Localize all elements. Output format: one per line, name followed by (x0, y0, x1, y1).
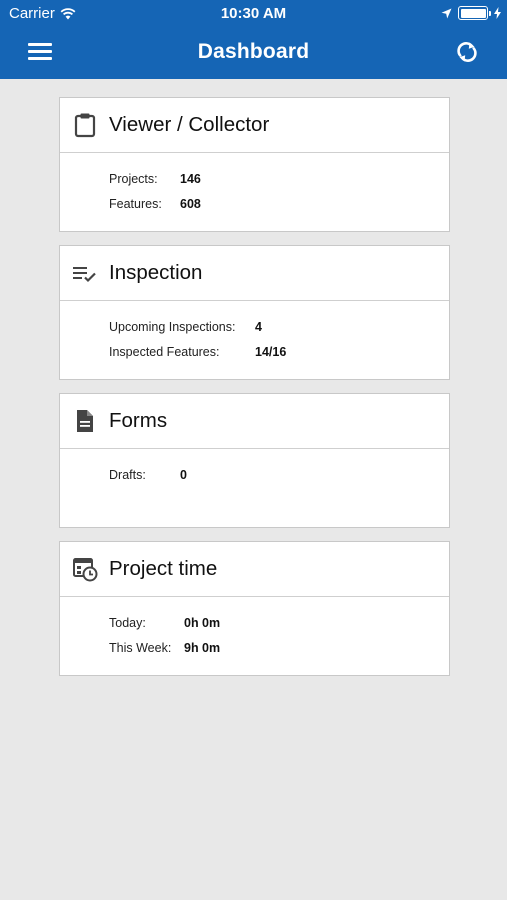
card-body: Projects: 146 Features: 608 (60, 153, 449, 221)
charging-bolt-icon (494, 7, 501, 19)
card-title: Inspection (109, 261, 203, 284)
page-title: Dashboard (197, 40, 310, 63)
stat-label: This Week: (109, 640, 172, 655)
stat-value: 146 (180, 172, 201, 186)
status-time: 10:30 AM (220, 5, 287, 22)
navigation-bar: Dashboard (0, 28, 507, 79)
app-header: Carrier 10:30 AM Dashboard (0, 0, 507, 79)
sync-button[interactable] (453, 38, 481, 66)
card-header: Forms (60, 394, 449, 449)
stat-label: Projects: (109, 172, 158, 186)
stat-value: 0h 0m (184, 616, 221, 630)
clipboard-icon (72, 112, 98, 138)
forms-card[interactable]: Forms Drafts: 0 (59, 393, 450, 528)
card-header: Viewer / Collector (60, 98, 449, 153)
inspection-card[interactable]: Inspection Upcoming Inspections: 4 Inspe… (59, 245, 450, 380)
stat-label: Features: (109, 196, 162, 211)
checklist-icon (72, 260, 98, 286)
card-title: Project time (109, 557, 218, 580)
stat-value: 9h 0m (184, 640, 221, 655)
status-right (441, 6, 501, 20)
card-header: Project time (60, 542, 449, 597)
card-body: Drafts: 0 (60, 449, 449, 493)
sync-icon (457, 42, 477, 62)
stat-value: 4 (255, 320, 262, 334)
location-arrow-icon (441, 8, 452, 18)
stat-label: Upcoming Inspections: (109, 320, 236, 334)
card-title: Viewer / Collector (109, 113, 270, 136)
status-bar: Carrier 10:30 AM (0, 0, 507, 28)
stat-row: Projects: 146 (109, 172, 449, 197)
battery-icon (458, 6, 491, 20)
card-header: Inspection (60, 246, 449, 301)
card-body: Today: 0h 0m This Week: 9h 0m (60, 597, 449, 665)
card-title: Forms (109, 409, 168, 432)
project-time-card[interactable]: Project time Today: 0h 0m This Week: 9h … (59, 541, 450, 676)
stat-value: 608 (180, 196, 201, 211)
viewer-collector-card[interactable]: Viewer / Collector Projects: 146 Feature… (59, 97, 450, 232)
stat-label: Drafts: (109, 468, 146, 482)
calendar-clock-icon (72, 556, 98, 582)
stat-row: Upcoming Inspections: 4 (109, 320, 449, 345)
stat-label: Inspected Features: (109, 344, 220, 359)
stat-row: Features: 608 (109, 197, 449, 222)
stat-row: Drafts: 0 (109, 468, 449, 493)
stat-value: 14/16 (255, 344, 287, 359)
document-icon (72, 408, 98, 434)
stat-value: 0 (180, 468, 187, 482)
stat-row: This Week: 9h 0m (109, 641, 449, 666)
stat-row: Today: 0h 0m (109, 616, 449, 641)
stat-row: Inspected Features: 14/16 (109, 345, 449, 370)
stat-label: Today: (109, 616, 146, 630)
card-body: Upcoming Inspections: 4 Inspected Featur… (60, 301, 449, 369)
